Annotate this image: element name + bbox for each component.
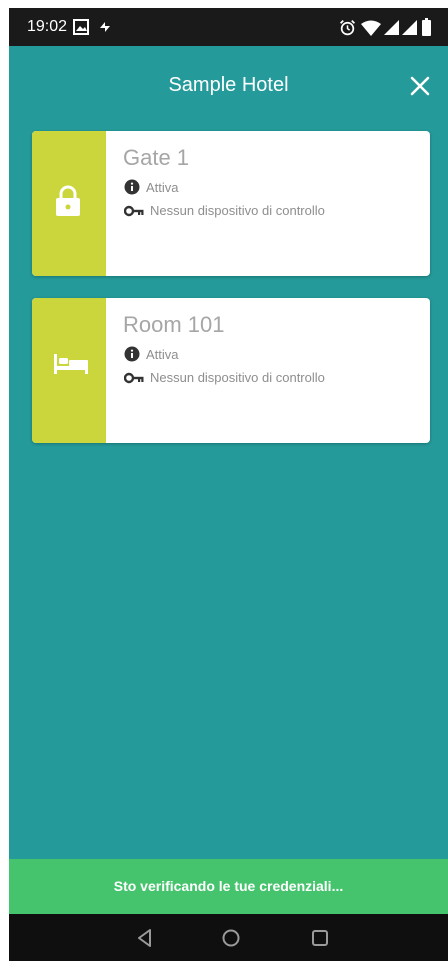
bed-icon (54, 354, 88, 374)
signal-icon (402, 20, 417, 35)
card-accent (32, 131, 106, 276)
home-icon (222, 929, 240, 947)
card-status-row: Attiva (124, 179, 179, 195)
home-button[interactable] (217, 924, 245, 952)
recents-icon (312, 930, 328, 946)
page-title: Sample Hotel (168, 74, 289, 96)
alarm-icon (339, 19, 356, 36)
back-button[interactable] (131, 924, 159, 952)
battery-icon (422, 18, 431, 36)
access-card-gate-1[interactable]: Gate 1 Attiva Nessun dispositivo di cont… (32, 131, 430, 276)
card-status: Attiva (146, 179, 179, 195)
recents-button[interactable] (306, 924, 334, 952)
wifi-icon (361, 20, 381, 36)
card-status-row: Attiva (124, 346, 179, 362)
card-title: Room 101 (123, 312, 225, 337)
gallery-notification-icon (73, 19, 89, 35)
status-time: 19:02 (27, 18, 68, 35)
close-button[interactable] (402, 68, 438, 104)
key-icon (124, 205, 144, 216)
card-device-row: Nessun dispositivo di controllo (124, 370, 325, 385)
navigation-bar (9, 914, 448, 961)
lock-icon (56, 185, 80, 216)
card-device-status: Nessun dispositivo di controllo (150, 203, 325, 218)
sync-notification-icon (100, 22, 110, 32)
status-bar: 19:02 (9, 8, 448, 46)
card-device-status: Nessun dispositivo di controllo (150, 370, 325, 385)
phone-screen: 19:02 Sample Hotel Gate 1 Attiva Nessun … (9, 8, 448, 961)
info-icon (124, 346, 140, 362)
info-icon (124, 179, 140, 195)
close-icon (410, 76, 430, 96)
card-device-row: Nessun dispositivo di controllo (124, 203, 325, 218)
back-icon (138, 929, 151, 947)
app-bar: Sample Hotel (9, 46, 448, 126)
snackbar-message: Sto verificando le tue credenziali... (9, 859, 448, 914)
key-icon (124, 372, 144, 383)
access-card-room-101[interactable]: Room 101 Attiva Nessun dispositivo di co… (32, 298, 430, 443)
card-accent (32, 298, 106, 443)
card-status: Attiva (146, 346, 179, 362)
card-title: Gate 1 (123, 145, 190, 170)
signal-icon (384, 20, 399, 35)
